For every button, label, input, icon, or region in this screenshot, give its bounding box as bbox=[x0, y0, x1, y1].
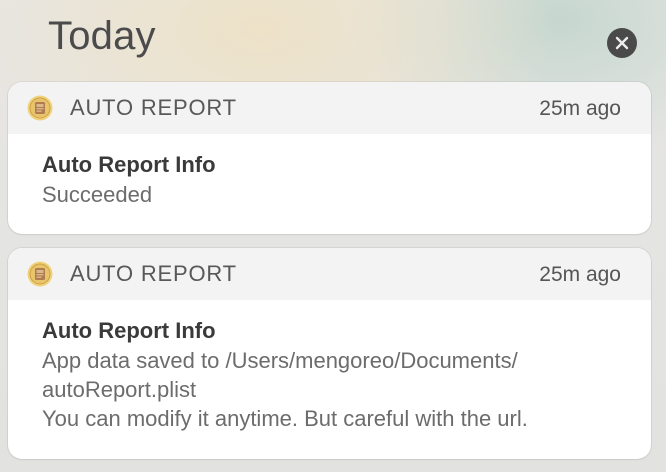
auto-report-app-icon bbox=[27, 95, 53, 121]
notification-time: 25m ago bbox=[539, 97, 621, 120]
notification-message-line: App data saved to /Users/mengoreo/Docume… bbox=[42, 348, 518, 373]
auto-report-app-icon bbox=[27, 261, 53, 287]
app-name: AUTO REPORT bbox=[70, 95, 237, 120]
close-icon bbox=[615, 36, 629, 50]
today-title: Today bbox=[48, 14, 156, 58]
notification-title: Auto Report Info bbox=[42, 318, 216, 343]
notification-card[interactable]: AUTO REPORT 25m ago Auto Report Info App… bbox=[8, 248, 651, 459]
notification-title: Auto Report Info bbox=[42, 152, 216, 177]
notification-header: AUTO REPORT 25m ago bbox=[8, 248, 651, 300]
notification-header: AUTO REPORT 25m ago bbox=[8, 82, 651, 134]
notification-time: 25m ago bbox=[539, 263, 621, 286]
notification-message-line: autoReport.plist bbox=[42, 377, 197, 402]
app-name: AUTO REPORT bbox=[70, 261, 237, 286]
notification-message-line: Succeeded bbox=[42, 182, 153, 207]
notification-message-line: You can modify it anytime. But careful w… bbox=[42, 406, 528, 431]
notification-card[interactable]: AUTO REPORT 25m ago Auto Report Info Suc… bbox=[8, 82, 651, 234]
clear-notifications-button[interactable] bbox=[607, 28, 637, 58]
